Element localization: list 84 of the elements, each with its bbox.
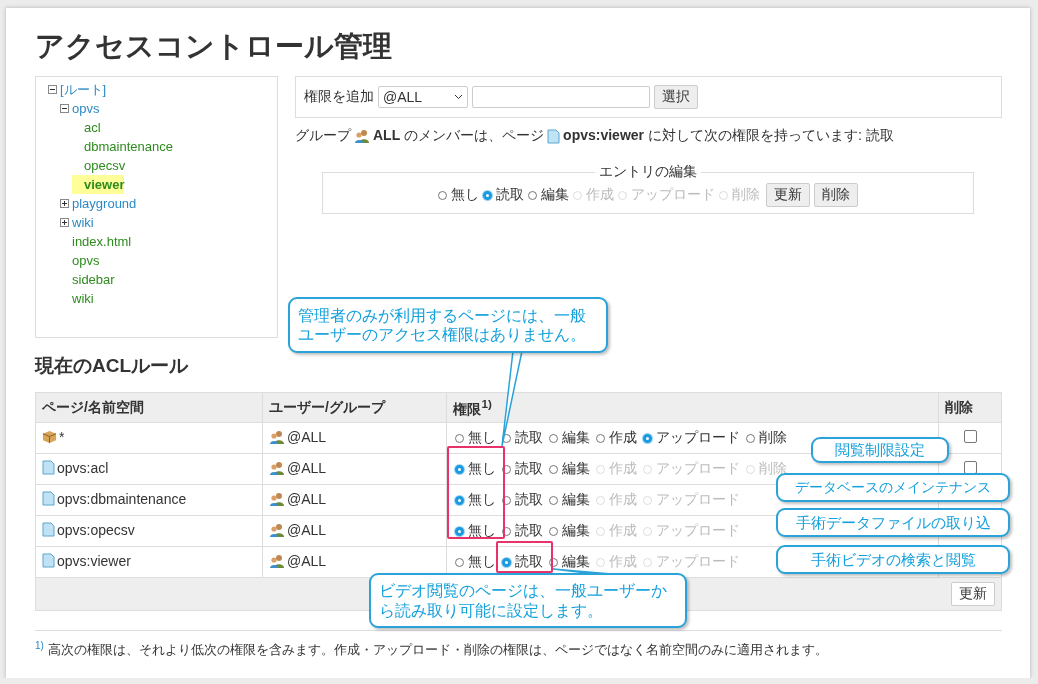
section-heading: 現在のACLルール [35,354,190,378]
fieldset-legend: エントリの編集 [595,163,701,181]
user-group-icon [269,523,285,537]
permission-radio[interactable]: 無し [438,186,479,204]
callout-text: 管理者のみが利用するページには、一般ユーザーのアクセス権限はありません。 [288,297,608,353]
page-name: opvs:dbmaintenance [57,490,187,507]
column-header: ユーザー/グループ [262,392,447,423]
page-name: opvs:viewer [57,552,131,569]
user-group-icon [269,461,285,475]
permission-radio[interactable]: 編集 [549,460,591,478]
user-name: @ALL [287,460,327,476]
page-name: opvs:opecsv [57,521,135,538]
permission-radio[interactable]: 編集 [549,491,591,509]
footnote-text: $^{1)}$ 高次の権限は、それより低次の権限を含みます。作成・アップロード・削除の権限は、ページではなく名前空間のみに適用されます。 [35,640,829,660]
page-link[interactable]: sidebar [60,270,115,289]
user-group-icon [269,554,285,568]
permission-radio[interactable]: 編集 [528,186,569,204]
permission-radio[interactable]: 無し [455,522,497,540]
namespace-link[interactable]: playground [72,194,137,213]
permission-radio[interactable]: 無し [455,460,497,478]
info-text: ALL のメンバーは、ページ [373,127,545,145]
column-header: 権限$^{1)}$ [446,392,939,423]
callout-text: 閲覧制限設定 [811,437,949,463]
collapse-icon[interactable] [60,104,69,113]
callout-text: 手術ビデオの検索と閲覧 [776,545,1010,574]
page-link[interactable]: opvs [60,251,100,270]
permission-radio[interactable]: 無し [455,429,497,447]
permission-radio[interactable]: 編集 [549,429,591,447]
user-name: @ALL [287,553,327,569]
document-icon [547,128,561,144]
package-icon [42,429,57,445]
document-icon [42,553,55,569]
namespace-link[interactable]: wiki [72,213,94,232]
select-button[interactable]: 選択 [654,85,698,109]
page-link[interactable]: index.html [60,232,132,251]
page-name: opvs:acl [57,459,109,476]
page-link[interactable]: viewer [72,175,125,194]
permission-radio[interactable]: 読取 [502,460,544,478]
user-group-icon [269,492,285,506]
page-link[interactable]: dbmaintenance [72,137,173,156]
callout-text: データベースのメインテナンス [776,473,1010,502]
permission-radio[interactable]: 無し [455,491,497,509]
add-permission-label: 権限を追加 [304,88,374,106]
page-link[interactable]: opecsv [72,156,126,175]
user-group-icon [269,430,285,444]
highlight-frame [496,541,553,573]
permission-radio[interactable]: 作成 [596,429,638,447]
update-button[interactable]: 更新 [951,582,995,606]
permission-radio[interactable]: 読取 [502,553,544,571]
user-name: @ALL [287,522,327,538]
info-text: opvs:viewer に対して次の権限を持っています: 読取 [563,127,894,145]
permission-radio[interactable]: 削除 [746,429,788,447]
page-link[interactable]: acl [72,118,101,137]
group-select[interactable]: @ALL [378,86,468,108]
namespace-link[interactable]: [ルート] [60,80,107,99]
column-header: 削除 [938,392,1002,423]
expand-icon[interactable] [60,199,69,208]
page-name: * [59,428,65,445]
collapse-icon[interactable] [48,85,57,94]
user-group-icon [354,129,370,143]
permission-radio[interactable]: 読取 [502,491,544,509]
page-title: アクセスコントロール管理 [35,30,393,62]
chevron-down-icon [454,94,463,100]
document-icon [42,460,55,476]
permission-radio[interactable]: アップロード [643,429,741,447]
permission-radio[interactable]: 読取 [483,186,524,204]
info-text: グループ [295,127,351,145]
update-button[interactable]: 更新 [766,183,810,207]
callout-text: 手術データファイルの取り込 [776,508,1010,537]
permission-radio[interactable]: 編集 [549,522,591,540]
column-header: ページ/名前空間 [35,392,263,423]
expand-icon[interactable] [60,218,69,227]
delete-checkbox[interactable] [963,430,977,443]
name-input-field[interactable] [472,86,650,108]
user-name: @ALL [287,429,327,445]
permission-radio[interactable]: 読取 [502,522,544,540]
permission-radio[interactable]: 無し [455,553,497,571]
user-name: @ALL [287,491,327,507]
permission-radio[interactable]: 編集 [549,553,591,571]
delete-button[interactable]: 削除 [814,183,858,207]
document-icon [42,491,55,507]
document-icon [42,522,55,538]
namespace-link[interactable]: opvs [72,99,100,118]
page-link[interactable]: wiki [60,289,94,308]
